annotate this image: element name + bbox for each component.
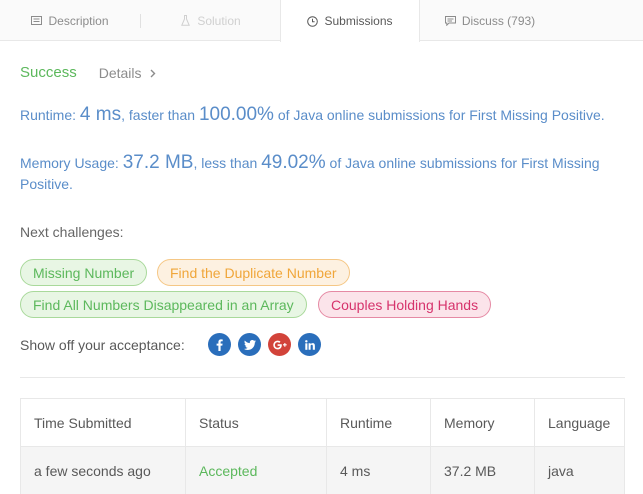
details-link[interactable]: Details: [99, 65, 156, 81]
challenge-missing-number[interactable]: Missing Number: [20, 259, 148, 286]
challenge-find-all-numbers-disappeared[interactable]: Find All Numbers Disappeared in an Array: [20, 291, 307, 318]
column-header-runtime: Runtime: [326, 398, 431, 447]
memory-summary: Memory Usage: 37.2 MB, less than 49.02% …: [20, 152, 620, 195]
chevron-right-icon: [150, 65, 156, 81]
result-status: Success: [20, 64, 77, 81]
tab-submissions[interactable]: Submissions: [280, 0, 420, 42]
memory-value: 37.2 MB: [122, 152, 194, 173]
cell-memory: 37.2 MB: [430, 446, 535, 494]
runtime-percent: 100.00%: [198, 104, 274, 125]
comment-icon: [444, 15, 456, 26]
memory-percent: 49.02%: [261, 152, 326, 173]
google-plus-icon[interactable]: [268, 333, 291, 356]
column-header-time: Time Submitted: [20, 398, 186, 447]
column-header-status: Status: [185, 398, 327, 447]
tab-solution: Solution: [141, 0, 280, 41]
challenge-couples-holding-hands[interactable]: Couples Holding Hands: [318, 291, 492, 318]
result-status-row: Success Details: [20, 64, 156, 81]
memory-label: Memory Usage:: [20, 155, 119, 171]
cell-language: java: [534, 446, 625, 494]
runtime-compare: , faster than: [121, 107, 196, 123]
runtime-label: Runtime:: [20, 107, 77, 123]
column-header-memory: Memory: [430, 398, 535, 447]
share-row: Show off your acceptance:: [20, 333, 328, 356]
runtime-suffix: of Java online submissions for First Mis…: [277, 107, 605, 123]
tab-description-label: Description: [48, 13, 109, 28]
share-label: Show off your acceptance:: [20, 336, 185, 353]
column-header-language: Language: [534, 398, 625, 447]
details-label: Details: [98, 64, 142, 81]
cell-time-submitted: a few seconds ago: [20, 446, 186, 494]
document-icon: [31, 15, 43, 26]
cell-runtime: 4 ms: [326, 446, 431, 494]
table-row[interactable]: a few seconds ago Accepted 4 ms 37.2 MB …: [20, 446, 625, 494]
problem-tabs: Description Solution Submissions Discuss…: [0, 0, 643, 42]
tab-description[interactable]: Description: [0, 0, 140, 41]
challenge-find-duplicate-number[interactable]: Find the Duplicate Number: [157, 259, 350, 286]
facebook-icon[interactable]: [208, 333, 231, 356]
submissions-table: Time Submitted Status Runtime Memory Lan…: [20, 398, 625, 494]
clock-icon: [307, 15, 319, 27]
linkedin-icon[interactable]: [298, 333, 321, 356]
tab-discuss-label: Discuss (793): [461, 13, 536, 28]
cell-status[interactable]: Accepted: [185, 446, 327, 494]
twitter-icon[interactable]: [238, 333, 261, 356]
section-divider: [20, 377, 625, 378]
tab-discuss[interactable]: Discuss (793): [420, 0, 560, 41]
runtime-value: 4 ms: [79, 104, 122, 125]
tab-solution-label: Solution: [197, 13, 241, 28]
tab-submissions-label: Submissions: [324, 14, 393, 28]
flask-icon: [180, 15, 191, 26]
memory-compare: , less than: [193, 155, 258, 171]
table-header-row: Time Submitted Status Runtime Memory Lan…: [20, 398, 625, 447]
next-challenges-title: Next challenges:: [20, 224, 124, 240]
runtime-summary: Runtime: 4 ms, faster than 100.00% of Ja…: [20, 104, 620, 126]
